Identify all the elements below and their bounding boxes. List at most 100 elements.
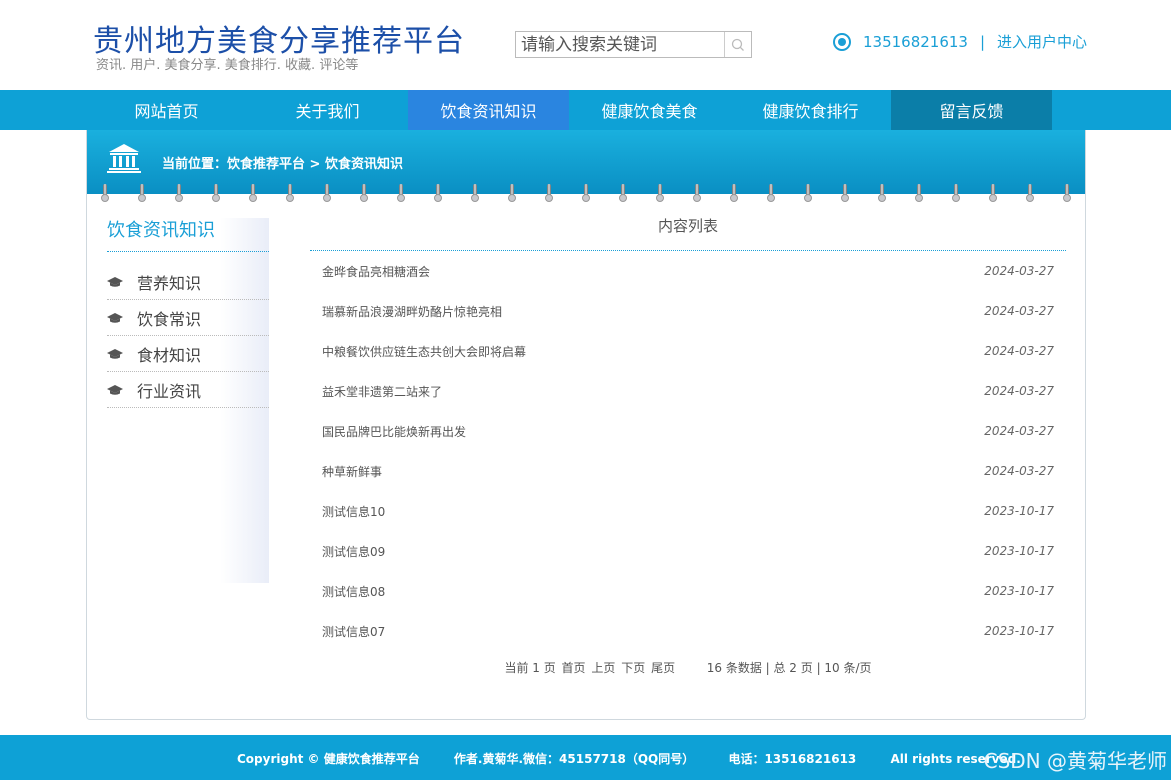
item-date: 2024-03-27 [984, 304, 1054, 318]
binder-ring-icon [286, 184, 294, 204]
item-date: 2024-03-27 [984, 264, 1054, 278]
list-item[interactable]: 种草新鲜事 2024-03-27 [310, 451, 1066, 491]
content-area: 内容列表 金晔食品亮相糖酒会 2024-03-27 瑞慕新品浪漫湖畔奶酪片惊艳亮相… [310, 214, 1066, 676]
binder-ring-icon [175, 184, 183, 204]
item-title[interactable]: 种草新鲜事 [322, 463, 382, 480]
list-item[interactable]: 瑞慕新品浪漫湖畔奶酪片惊艳亮相 2024-03-27 [310, 291, 1066, 331]
binder-ring-icon [582, 184, 590, 204]
item-title[interactable]: 益禾堂非遗第二站来了 [322, 383, 442, 400]
search-box [515, 31, 752, 58]
footer-author: 作者.黄菊华.微信：45157718（QQ同号） [453, 752, 695, 766]
item-title[interactable]: 测试信息10 [322, 503, 385, 520]
binder-ring-icon [545, 184, 553, 204]
graduation-cap-icon [107, 276, 137, 288]
location-target-icon [833, 32, 851, 51]
binder-rings [87, 184, 1085, 206]
header-contact: 13516821613 | 进入用户中心 [833, 31, 1087, 52]
nav-diet-news[interactable]: 饮食资讯知识 [408, 90, 569, 130]
binder-ring-icon [915, 184, 923, 204]
binder-ring-icon [767, 184, 775, 204]
site-subtitle: 资讯. 用户. 美食分享. 美食排行. 收藏. 评论等 [96, 58, 359, 73]
binder-ring-icon [1063, 184, 1071, 204]
footer-copyright: Copyright © 健康饮食推荐平台 [237, 752, 420, 766]
nav-healthy-food[interactable]: 健康饮食美食 [569, 90, 730, 130]
item-date: 2023-10-17 [984, 544, 1054, 558]
graduation-cap-icon [107, 312, 137, 324]
item-date: 2023-10-17 [984, 504, 1054, 518]
footer-phone: 电话：13516821613 [728, 752, 857, 766]
list-item[interactable]: 金晔食品亮相糖酒会 2024-03-27 [310, 251, 1066, 291]
item-date: 2024-03-27 [984, 384, 1054, 398]
sidebar-list: 营养知识 饮食常识 食材知识 行业资讯 [107, 264, 269, 408]
header-phone: 13516821613 [863, 32, 968, 51]
nav-about[interactable]: 关于我们 [247, 90, 408, 130]
binder-ring-icon [323, 184, 331, 204]
binder-ring-icon [952, 184, 960, 204]
bank-building-icon [107, 144, 141, 173]
sidebar-title: 饮食资讯知识 [107, 218, 269, 252]
binder-ring-icon [841, 184, 849, 204]
item-title[interactable]: 金晔食品亮相糖酒会 [322, 263, 430, 280]
item-title[interactable]: 国民品牌巴比能焕新再出发 [322, 423, 466, 440]
binder-ring-icon [989, 184, 997, 204]
search-icon [731, 38, 744, 51]
main-nav: 网站首页 关于我们 饮食资讯知识 健康饮食美食 健康饮食排行 留言反馈 [0, 90, 1171, 130]
item-date: 2024-03-27 [984, 464, 1054, 478]
pager-prev[interactable]: 上页 [591, 661, 615, 675]
site-footer: Copyright © 健康饮食推荐平台 作者.黄菊华.微信：45157718（… [0, 735, 1171, 780]
item-title[interactable]: 中粮餐饮供应链生态共创大会即将启幕 [322, 343, 526, 360]
list-item[interactable]: 国民品牌巴比能焕新再出发 2024-03-27 [310, 411, 1066, 451]
search-button[interactable] [724, 32, 751, 57]
binder-ring-icon [656, 184, 664, 204]
list-item[interactable]: 测试信息09 2023-10-17 [310, 531, 1066, 571]
binder-ring-icon [434, 184, 442, 204]
list-item[interactable]: 中粮餐饮供应链生态共创大会即将启幕 2024-03-27 [310, 331, 1066, 371]
content-list: 金晔食品亮相糖酒会 2024-03-27 瑞慕新品浪漫湖畔奶酪片惊艳亮相 2024-… [310, 251, 1066, 651]
pagination: 当前 1 页 首页 上页 下页 尾页 16 条数据 | 总 2 页 | 10 条… [310, 659, 1066, 676]
item-title[interactable]: 测试信息07 [322, 623, 385, 640]
nav-feedback[interactable]: 留言反馈 [891, 90, 1052, 130]
binder-ring-icon [138, 184, 146, 204]
item-title[interactable]: 瑞慕新品浪漫湖畔奶酪片惊艳亮相 [322, 303, 502, 320]
nav-ranking[interactable]: 健康饮食排行 [730, 90, 891, 130]
binder-ring-icon [693, 184, 701, 204]
binder-ring-icon [397, 184, 405, 204]
list-item[interactable]: 测试信息10 2023-10-17 [310, 491, 1066, 531]
item-date: 2023-10-17 [984, 584, 1054, 598]
sidebar-item-label: 饮食常识 [137, 309, 202, 329]
binder-ring-icon [1026, 184, 1034, 204]
sidebar-item-industry[interactable]: 行业资讯 [107, 372, 269, 408]
binder-ring-icon [730, 184, 738, 204]
graduation-cap-icon [107, 384, 137, 396]
pager-last[interactable]: 尾页 [651, 661, 675, 675]
binder-ring-icon [878, 184, 886, 204]
pager-first[interactable]: 首页 [562, 661, 586, 675]
sidebar-item-diet-common[interactable]: 饮食常识 [107, 300, 269, 336]
header-separator: | [979, 32, 986, 51]
pager-current: 当前 1 页 [504, 661, 556, 675]
list-item[interactable]: 测试信息08 2023-10-17 [310, 571, 1066, 611]
sidebar-item-label: 行业资讯 [137, 381, 202, 401]
list-item[interactable]: 益禾堂非遗第二站来了 2024-03-27 [310, 371, 1066, 411]
user-center-link[interactable]: 进入用户中心 [997, 31, 1087, 52]
item-title[interactable]: 测试信息09 [322, 543, 385, 560]
binder-ring-icon [212, 184, 220, 204]
main-panel: 当前位置：饮食推荐平台 > 饮食资讯知识 饮食资讯知识 营养知识 饮食常识 食材… [86, 130, 1086, 720]
sidebar: 饮食资讯知识 营养知识 饮食常识 食材知识 行业资讯 [107, 218, 269, 583]
sidebar-item-label: 营养知识 [137, 273, 202, 293]
binder-ring-icon [804, 184, 812, 204]
pager-summary: 16 条数据 | 总 2 页 | 10 条/页 [706, 661, 872, 675]
item-title[interactable]: 测试信息08 [322, 583, 385, 600]
sidebar-item-ingredients[interactable]: 食材知识 [107, 336, 269, 372]
binder-ring-icon [619, 184, 627, 204]
binder-ring-icon [101, 184, 109, 204]
pager-next[interactable]: 下页 [621, 661, 645, 675]
sidebar-item-nutrition[interactable]: 营养知识 [107, 264, 269, 300]
search-input[interactable] [516, 32, 724, 57]
list-item[interactable]: 测试信息07 2023-10-17 [310, 611, 1066, 651]
nav-home[interactable]: 网站首页 [86, 90, 247, 130]
breadcrumb-bar: 当前位置：饮食推荐平台 > 饮食资讯知识 [87, 130, 1085, 202]
csdn-watermark: CSDN @黄菊华老师 [983, 749, 1167, 773]
content-list-title: 内容列表 [310, 214, 1066, 251]
binder-ring-icon [508, 184, 516, 204]
